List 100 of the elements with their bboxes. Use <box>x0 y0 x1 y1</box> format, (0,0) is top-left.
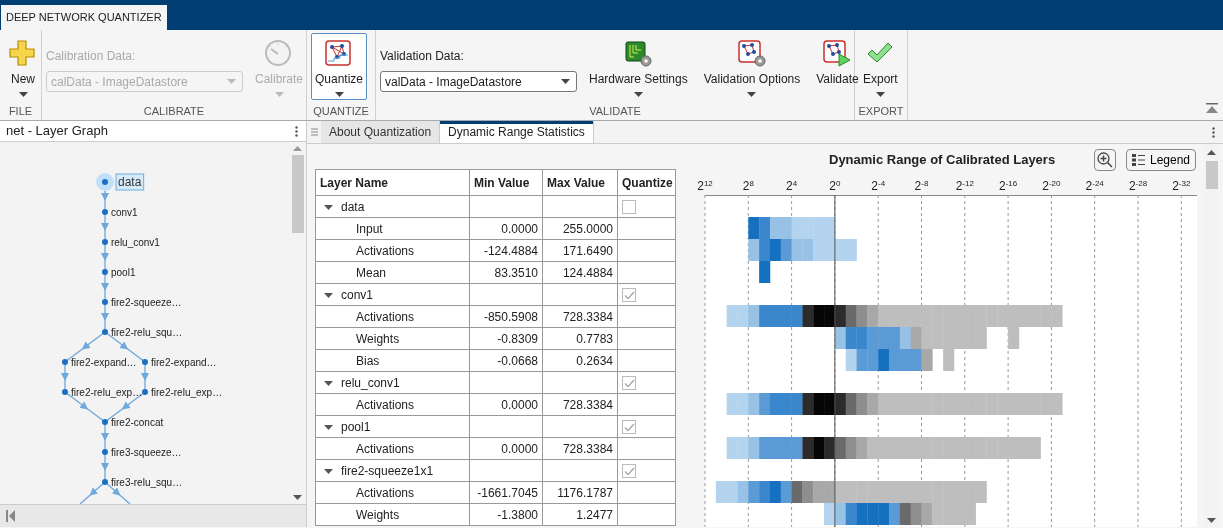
node-label[interactable]: conv1 <box>111 206 138 218</box>
node-label[interactable]: fire2-expand… <box>151 356 217 368</box>
layer-name: relu_conv1 <box>341 375 400 390</box>
node-dot[interactable] <box>62 359 68 365</box>
node-label[interactable]: fire2-relu_squ… <box>111 326 183 338</box>
node-label[interactable]: fire2-concat <box>111 416 164 428</box>
scroll-up-icon[interactable] <box>1207 150 1216 155</box>
table-cell: 0.0000 <box>469 437 543 460</box>
column-header[interactable]: Quantize <box>617 169 676 196</box>
axis-tick-label: 2$^{0}$ <box>829 178 841 195</box>
field-label: Calibration Data: <box>46 48 137 65</box>
section-label: CALIBRATE <box>142 104 206 119</box>
layer-name: data <box>341 199 365 214</box>
node-dot[interactable] <box>102 179 108 185</box>
axis-tick-label: 2$^{12}$ <box>697 178 713 195</box>
node-dot[interactable] <box>102 419 108 425</box>
expand-caret-icon[interactable] <box>324 378 333 388</box>
dropdown-field: calData - ImageDatastore <box>46 71 243 92</box>
column-header[interactable]: Layer Name <box>315 169 470 196</box>
toolbar-button[interactable]: Quantize <box>311 33 368 100</box>
node-dot[interactable] <box>142 389 148 395</box>
scrollbar-thumb[interactable] <box>291 155 304 233</box>
chart-title: Dynamic Range of Calibrated Layers <box>829 151 1056 169</box>
table-cell: 0.0000 <box>469 217 543 240</box>
checkbox[interactable] <box>622 288 636 303</box>
expand-caret-icon[interactable] <box>324 202 333 212</box>
list-icon <box>1132 154 1145 166</box>
section-label: FILE <box>7 104 34 119</box>
expand-caret-icon[interactable] <box>324 466 333 476</box>
expand-caret-icon[interactable] <box>324 422 333 432</box>
more-icon[interactable] <box>1212 126 1215 138</box>
zoom-button[interactable] <box>1094 149 1116 171</box>
layer-name: conv1 <box>341 287 374 302</box>
expand-caret-icon[interactable] <box>324 290 333 300</box>
scroll-down-icon[interactable] <box>1207 518 1216 523</box>
node-label[interactable]: pool1 <box>111 266 136 278</box>
checkbox[interactable] <box>622 376 636 391</box>
checkbox[interactable] <box>622 420 636 435</box>
axis-tick-label: 2$^{-12}$ <box>955 178 974 195</box>
node-dot[interactable] <box>102 209 108 215</box>
axis-tick-label: 2$^{8}$ <box>742 178 754 195</box>
minimize-icon[interactable] <box>1206 103 1218 113</box>
table-cell: 1176.1787 <box>542 481 618 504</box>
axis-tick-label: 2$^{-24}$ <box>1085 178 1104 195</box>
table-cell: 171.6490 <box>542 239 618 262</box>
tab[interactable]: About Quantization <box>321 121 441 143</box>
table-cell: 0.7783 <box>542 327 618 350</box>
column-header[interactable]: Max Value <box>542 169 618 196</box>
layer-name: fire2-squeeze1x1 <box>341 463 434 478</box>
tab[interactable]: Dynamic Range Statistics <box>440 121 594 143</box>
scrollbar-thumb[interactable] <box>1205 161 1218 189</box>
axis-tick-label: 2$^{-32}$ <box>1172 178 1191 195</box>
node-dot[interactable] <box>62 389 68 395</box>
panel-title: net - Layer Graph <box>6 122 108 141</box>
table-cell: 124.4884 <box>542 261 618 284</box>
node-label[interactable]: relu_conv1 <box>111 236 160 248</box>
node-label[interactable]: data <box>118 175 142 189</box>
toolbar-button[interactable]: Validation Options <box>699 33 805 100</box>
node-dot[interactable] <box>102 239 108 245</box>
axis-tick-label: 2$^{-8}$ <box>914 178 929 195</box>
section-label: QUANTIZE <box>312 104 370 119</box>
dropdown-field[interactable]: valData - ImageDatastore <box>380 71 577 92</box>
table-cell: 0.0000 <box>469 393 543 416</box>
axis-tick-label: 2$^{-28}$ <box>1128 178 1148 195</box>
node-dot[interactable] <box>102 479 108 485</box>
node-label[interactable]: fire2-relu_exp… <box>71 386 143 398</box>
node-dot[interactable] <box>142 359 148 365</box>
node-label[interactable]: fire3-squeeze… <box>111 446 182 458</box>
checkbox[interactable] <box>622 200 636 215</box>
node-dot[interactable] <box>102 449 108 455</box>
node-label[interactable]: fire3-relu_squ… <box>111 476 183 488</box>
section-label: EXPORT <box>857 104 905 119</box>
node-label[interactable]: fire2-relu_exp… <box>151 386 223 398</box>
toolbar-button[interactable]: Hardware Settings <box>585 33 692 100</box>
table-cell: 728.3384 <box>542 437 618 460</box>
node-label[interactable]: fire2-squeeze… <box>111 296 182 308</box>
network-icon <box>324 39 354 69</box>
table-cell: -850.5908 <box>469 305 543 328</box>
more-icon[interactable] <box>295 125 298 137</box>
node-label[interactable]: fire2-expand… <box>71 356 137 368</box>
caret-icon <box>561 79 570 84</box>
toolbar-button[interactable]: New <box>4 33 42 100</box>
table-cell: -1661.7045 <box>469 481 543 504</box>
collapse-icon[interactable] <box>6 510 15 522</box>
table-cell: Activations <box>315 239 470 262</box>
node-dot[interactable] <box>102 269 108 275</box>
network-play-icon <box>822 39 853 69</box>
app-tab[interactable]: DEEP NETWORK QUANTIZER <box>1 5 167 30</box>
node-dot[interactable] <box>102 329 108 335</box>
table-cell: Activations <box>315 437 470 460</box>
table-cell: Activations <box>315 305 470 328</box>
scroll-down-icon[interactable] <box>293 495 302 500</box>
checkbox[interactable] <box>622 464 636 479</box>
column-header[interactable]: Min Value <box>469 169 543 196</box>
table-cell: Weights <box>315 503 470 526</box>
legend-button[interactable]: Legend <box>1126 149 1197 171</box>
table-cell: Mean <box>315 261 470 284</box>
node-dot[interactable] <box>102 299 108 305</box>
table-cell: 255.0000 <box>542 217 618 240</box>
section-label: VALIDATE <box>588 104 642 119</box>
